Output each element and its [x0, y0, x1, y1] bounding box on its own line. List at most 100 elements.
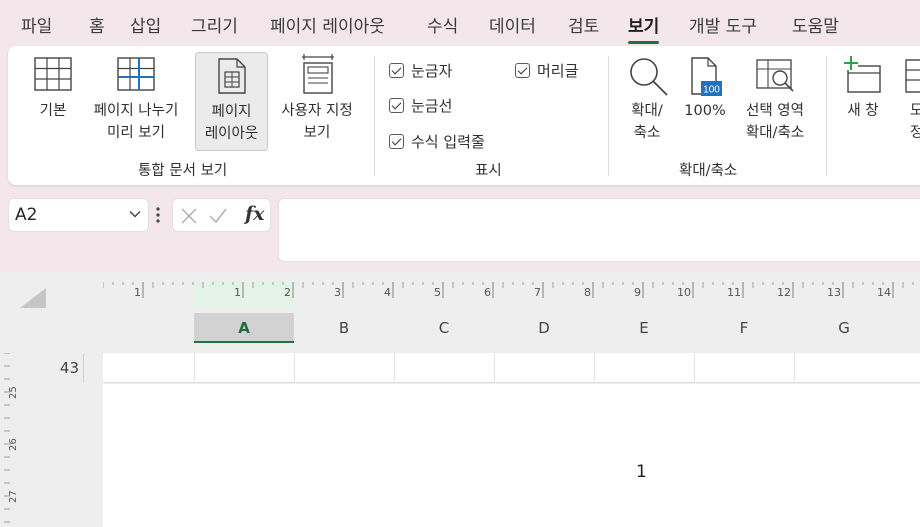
page-break-preview-button[interactable]: 페이지 나누기 미리 보기 [84, 54, 188, 149]
cell-g43[interactable] [794, 353, 894, 383]
custom-views-label-line1: 사용자 지정 [281, 103, 353, 119]
cell-f43[interactable] [694, 353, 794, 383]
enter-checkmark-icon[interactable] [208, 207, 228, 225]
cell-d43[interactable] [494, 353, 594, 383]
page-break-preview-label-line2: 미리 보기 [107, 125, 165, 141]
ruler-number: 25 [8, 386, 19, 399]
cancel-icon[interactable] [180, 207, 198, 225]
zoom-100-button[interactable]: 100 100% [680, 54, 730, 149]
tab-page-layout[interactable]: 페이지 레이아웃 [270, 12, 385, 37]
cell-value[interactable]: 1 [636, 462, 647, 482]
tab-help[interactable]: 도움말 [792, 12, 839, 37]
ruler-number: 12 [777, 286, 791, 299]
ribbon-separator [608, 56, 609, 176]
zoom-to-selection-label-line2: 확대/축소 [745, 125, 805, 141]
cell-a43[interactable] [194, 353, 294, 383]
cell-b43[interactable] [294, 353, 394, 383]
ruler-number: 8 [584, 286, 591, 299]
cell-e43[interactable] [594, 353, 694, 383]
ruler-number: 9 [634, 286, 641, 299]
arrange-all-icon [905, 59, 920, 93]
ruler-number: 1 [134, 286, 141, 299]
zoom-100-icon: 100 [691, 57, 722, 96]
select-all-corner[interactable] [20, 288, 46, 308]
page-layout-view-icon [218, 58, 246, 94]
custom-views-button[interactable]: 사용자 지정 보기 [272, 54, 362, 149]
more-options-icon[interactable] [155, 205, 161, 225]
formula-input[interactable] [278, 198, 920, 262]
ruler-number: 6 [484, 286, 491, 299]
tab-insert[interactable]: 삽입 [130, 12, 161, 37]
zoom-group-label: 확대/축소 [679, 163, 738, 179]
formula-bar-checkbox-label: 수식 입력줄 [411, 133, 485, 151]
tab-data[interactable]: 데이터 [489, 12, 536, 37]
ribbon-tab-bar: 파일 홈 삽입 그리기 페이지 레이아웃 수식 데이터 검토 보기 개발 도구 … [0, 0, 920, 44]
zoom-100-icon-text: 100 [703, 85, 720, 96]
zoom-to-selection-button[interactable]: 선택 영역 확대/축소 [734, 54, 816, 149]
tab-formulas[interactable]: 수식 [427, 12, 458, 37]
normal-view-button[interactable]: 기본 [28, 54, 78, 149]
cell-c43[interactable] [394, 353, 494, 383]
gridlines-checkbox[interactable]: 눈금선 [389, 95, 452, 116]
new-window-button[interactable]: 새 창 [838, 54, 888, 149]
column-header-f[interactable]: F [694, 313, 794, 343]
ruler-number: 26 [8, 438, 19, 451]
checkbox-checked-icon [389, 134, 404, 149]
zoom-100-label: 100% [684, 103, 726, 119]
custom-views-icon [302, 54, 334, 94]
ruler-number: 27 [8, 490, 19, 503]
chevron-down-icon[interactable] [128, 207, 142, 221]
column-header-e[interactable]: E [594, 313, 694, 343]
ribbon-separator [374, 56, 375, 176]
column-header-g[interactable]: G [794, 313, 894, 343]
ruler-number: 13 [827, 286, 841, 299]
show-group-label: 표시 [475, 163, 502, 179]
headings-checkbox-label: 머리글 [537, 62, 579, 80]
ruler-number: 7 [534, 286, 541, 299]
column-header-a[interactable]: A [194, 313, 294, 343]
name-box[interactable]: A2 [8, 198, 149, 232]
insert-function-button[interactable]: fx [245, 203, 265, 225]
formula-buttons: fx [172, 198, 271, 232]
arrange-all-label-line1: 모 [910, 103, 920, 119]
ruler-number: 14 [877, 286, 891, 299]
vertical-ruler: 25 26 27 [4, 353, 19, 523]
tab-home[interactable]: 홈 [89, 12, 105, 37]
workbook-views-group-label: 통합 문서 보기 [138, 163, 228, 179]
ruler-number: 11 [727, 286, 741, 299]
sheet-row [103, 353, 920, 383]
ruler-number: 10 [677, 286, 691, 299]
horizontal-ruler: 1 1 2 3 4 5 6 7 8 9 10 11 12 13 14 [103, 282, 914, 308]
name-box-value: A2 [15, 205, 38, 225]
arrange-all-label-line2: 정 [910, 125, 920, 141]
zoom-to-selection-label-line1: 선택 영역 [746, 103, 804, 119]
ruler-number: 4 [384, 286, 391, 299]
page-layout-view-button[interactable]: 페이지 레이아웃 [195, 52, 268, 151]
tab-draw[interactable]: 그리기 [191, 12, 238, 37]
tab-file[interactable]: 파일 [21, 12, 52, 37]
ruler-number: 5 [434, 286, 441, 299]
worksheet-area: 1 1 2 3 4 5 6 7 8 9 10 11 12 13 14 ABCDEFG 25 26 27 43 [0, 272, 920, 527]
ruler-number: 1 [234, 286, 241, 299]
tab-review[interactable]: 검토 [568, 12, 599, 37]
column-header-b[interactable]: B [294, 313, 394, 343]
tab-developer[interactable]: 개발 도구 [689, 12, 757, 37]
checkbox-checked-icon [515, 63, 530, 78]
tab-view[interactable]: 보기 [628, 12, 660, 44]
zoom-button[interactable]: 확대/ 축소 [618, 54, 676, 149]
column-header-c[interactable]: C [394, 313, 494, 343]
new-window-icon [844, 56, 881, 93]
page-body[interactable] [103, 384, 920, 527]
row-header[interactable]: 43 [38, 354, 84, 383]
custom-views-label-line2: 보기 [303, 125, 331, 141]
headings-checkbox[interactable]: 머리글 [515, 60, 578, 81]
ruler-checkbox-label: 눈금자 [411, 62, 453, 80]
column-header-d[interactable]: D [494, 313, 594, 343]
checkbox-checked-icon [389, 98, 404, 113]
ruler-checkbox[interactable]: 눈금자 [389, 60, 452, 81]
zoom-label-line1: 확대/ [631, 103, 663, 119]
arrange-all-button[interactable]: 모 정 [896, 54, 920, 149]
checkbox-checked-icon [389, 63, 404, 78]
formula-bar-checkbox[interactable]: 수식 입력줄 [389, 131, 485, 152]
page-break-preview-icon [117, 57, 155, 91]
